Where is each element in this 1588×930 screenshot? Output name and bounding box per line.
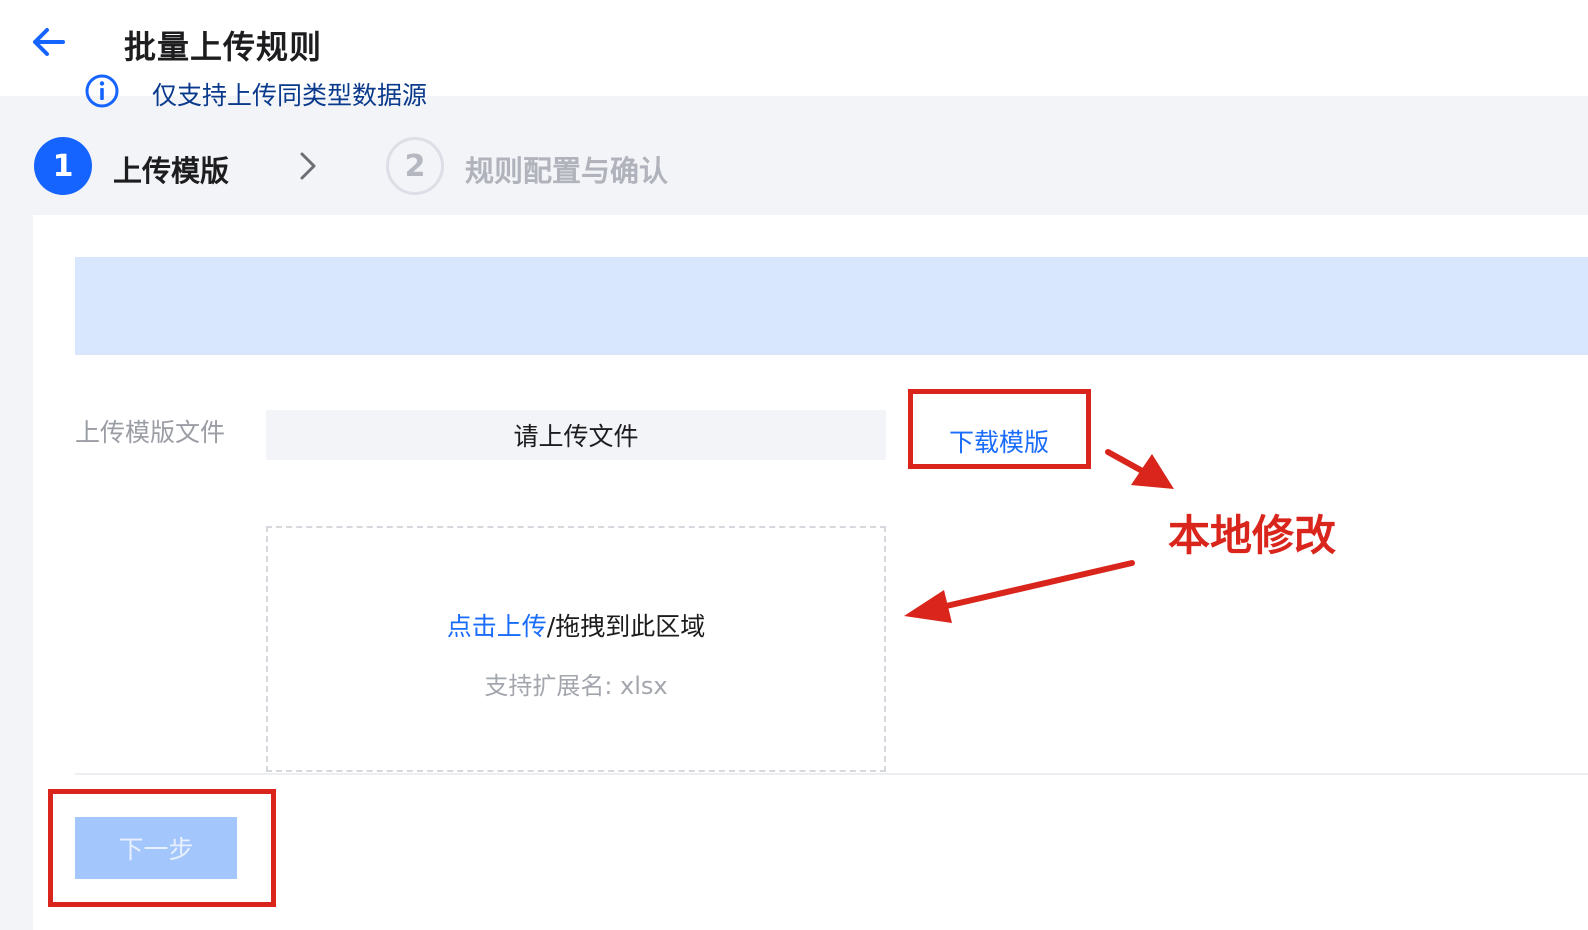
annotation-box-next <box>48 789 276 907</box>
supported-extensions: 支持扩展名: xlsx <box>484 672 668 700</box>
info-icon <box>85 74 119 108</box>
annotation-box-download <box>908 389 1091 469</box>
info-alert <box>75 257 1588 355</box>
upload-dropzone[interactable]: 点击上传/拖拽到此区域 支持扩展名: xlsx <box>266 526 886 772</box>
step-2-number: 2 <box>386 137 444 195</box>
back-button[interactable] <box>28 24 68 60</box>
dropzone-main-text: 点击上传/拖拽到此区域 <box>268 607 884 643</box>
file-input[interactable]: 请上传文件 <box>266 410 886 460</box>
alert-text: 仅支持上传同类型数据源 <box>152 81 428 110</box>
step-1-label: 上传模版 <box>113 154 230 188</box>
click-upload-link[interactable]: 点击上传 <box>447 612 547 641</box>
annotation-note: 本地修改 <box>1168 511 1337 560</box>
upload-field-label: 上传模版文件 <box>75 418 226 447</box>
page-title: 批量上传规则 <box>124 28 323 66</box>
step-2-label: 规则配置与确认 <box>465 154 669 188</box>
drag-hint-text: /拖拽到此区域 <box>546 612 706 641</box>
step-indicator: 1 上传模版 2 规则配置与确认 <box>0 96 1588 216</box>
arrow-left-icon <box>33 28 65 56</box>
footer-divider <box>75 773 1588 775</box>
chevron-right-icon <box>300 152 316 180</box>
step-1-number: 1 <box>34 137 92 195</box>
